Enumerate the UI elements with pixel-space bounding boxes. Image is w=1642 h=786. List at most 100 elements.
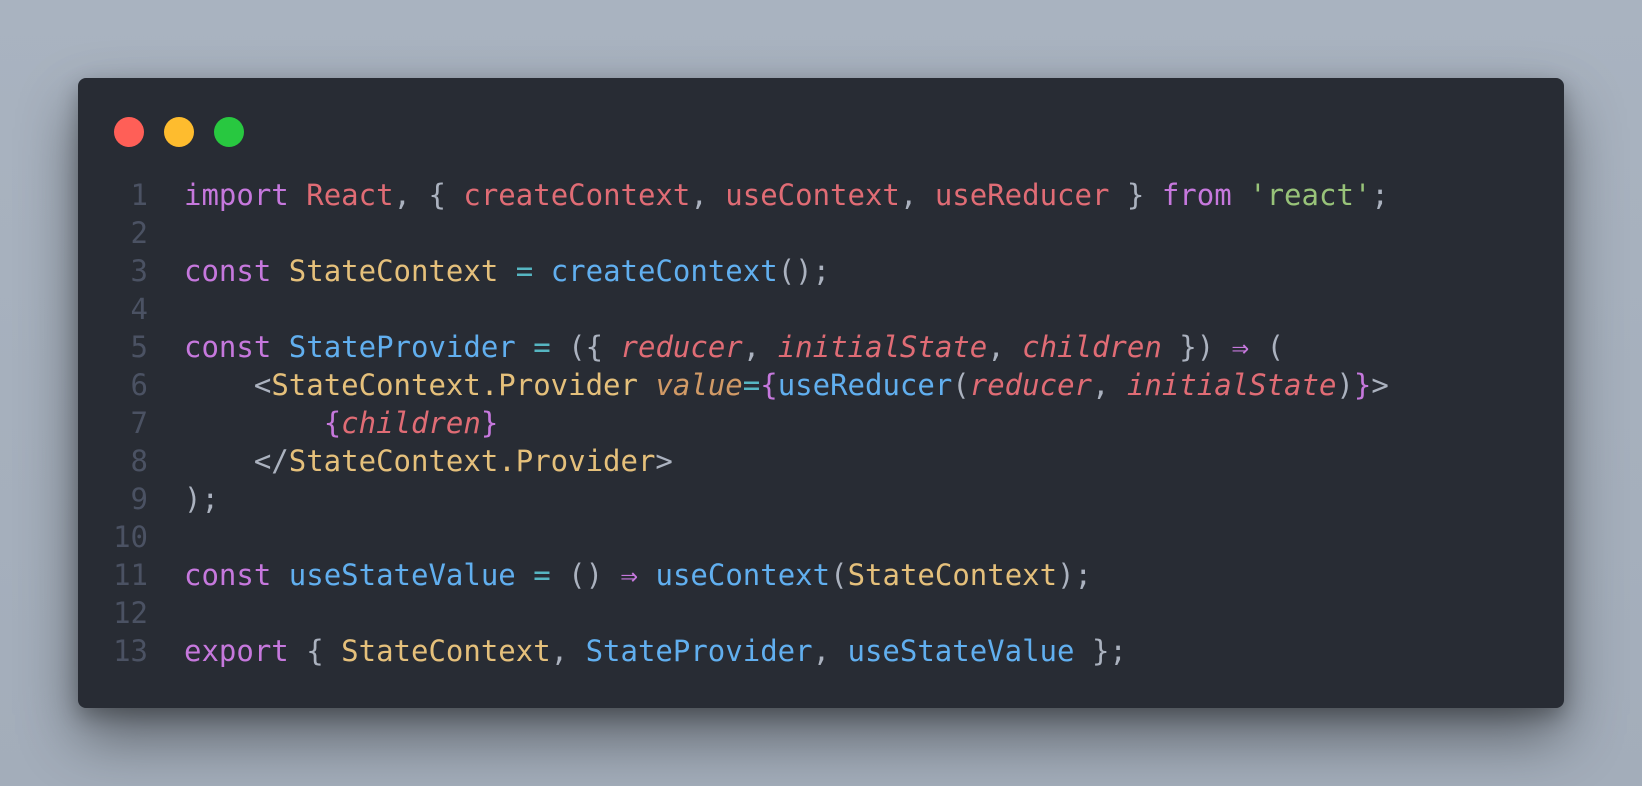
code-token: { bbox=[760, 368, 778, 402]
code-token: ( bbox=[830, 558, 848, 592]
code-token: initialState bbox=[777, 330, 988, 364]
code-token: ); bbox=[184, 482, 219, 516]
code-token: { bbox=[288, 634, 342, 668]
code-token: React bbox=[306, 178, 394, 212]
code-token: reducer bbox=[969, 368, 1092, 402]
code-token: value bbox=[655, 368, 743, 402]
code-token: ) bbox=[1336, 368, 1354, 402]
code-token: , bbox=[1091, 368, 1127, 402]
code-token: const bbox=[184, 254, 272, 288]
code-line: 11 const useStateValue = () ⇒ useContext(… bbox=[78, 556, 1564, 594]
code-token: , bbox=[987, 330, 1023, 364]
code-token: } bbox=[480, 406, 499, 440]
line-number: 7 bbox=[130, 406, 148, 440]
code-token: import bbox=[184, 178, 289, 212]
code-token: useContext bbox=[655, 558, 831, 592]
code-line: 2 bbox=[78, 214, 1564, 252]
code-token: = bbox=[742, 368, 761, 402]
code-token: const bbox=[184, 558, 272, 592]
code-token: = bbox=[533, 330, 551, 364]
code-token: , bbox=[550, 634, 586, 668]
line-source bbox=[148, 290, 1564, 328]
code-line: 12 bbox=[78, 594, 1564, 632]
line-number: 1 bbox=[130, 178, 148, 212]
code-token: , bbox=[690, 178, 726, 212]
code-token: reducer bbox=[620, 330, 743, 364]
code-token: children bbox=[341, 406, 481, 440]
line-source: {children} bbox=[148, 404, 1564, 442]
code-token: (); bbox=[777, 254, 831, 288]
code-token: ⇒ bbox=[1231, 330, 1250, 364]
maximize-button[interactable] bbox=[214, 117, 244, 147]
code-token: children bbox=[1022, 330, 1162, 364]
code-token: export bbox=[184, 634, 289, 668]
close-button[interactable] bbox=[114, 117, 144, 147]
line-source bbox=[148, 594, 1564, 632]
code-token: () bbox=[550, 558, 621, 592]
line-number: 10 bbox=[113, 520, 148, 554]
code-line: 4 bbox=[78, 290, 1564, 328]
line-source: <StateContext.Provider value={useReducer… bbox=[148, 366, 1564, 404]
line-number: 6 bbox=[130, 368, 148, 402]
code-line: 10 bbox=[78, 518, 1564, 556]
code-editor: 1 import React, { createContext, useConte… bbox=[78, 176, 1564, 670]
code-window: 1 import React, { createContext, useConte… bbox=[78, 78, 1564, 708]
line-number: 8 bbox=[130, 444, 148, 478]
code-token: StateContext bbox=[847, 558, 1058, 592]
code-token: ; bbox=[1371, 178, 1389, 212]
code-token: > bbox=[655, 444, 673, 478]
code-token: , bbox=[899, 178, 935, 212]
code-token: createContext bbox=[550, 254, 778, 288]
code-line: 13 export { StateContext, StateProvider, … bbox=[78, 632, 1564, 670]
code-token: StateContext.Provider bbox=[288, 444, 656, 478]
line-number: 13 bbox=[113, 634, 148, 668]
line-source bbox=[148, 518, 1564, 556]
code-token: useReducer bbox=[777, 368, 953, 402]
code-token: ({ bbox=[550, 330, 621, 364]
code-line: 8 </StateContext.Provider> bbox=[78, 442, 1564, 480]
code-token: </ bbox=[184, 444, 289, 478]
code-token: useReducer bbox=[934, 178, 1110, 212]
line-source bbox=[148, 214, 1564, 252]
code-token: initialState bbox=[1126, 368, 1337, 402]
code-token: StateProvider bbox=[585, 634, 813, 668]
code-line: 7 {children} bbox=[78, 404, 1564, 442]
code-token: }) bbox=[1161, 330, 1232, 364]
line-source: export { StateContext, StateProvider, us… bbox=[148, 632, 1564, 670]
line-source: import React, { createContext, useContex… bbox=[148, 176, 1564, 214]
code-token: }; bbox=[1074, 634, 1127, 668]
code-token: StateProvider bbox=[288, 330, 516, 364]
code-token: useStateValue bbox=[288, 558, 516, 592]
code-line: 3 const StateContext = createContext(); bbox=[78, 252, 1564, 290]
line-source: </StateContext.Provider> bbox=[148, 442, 1564, 480]
code-token: from bbox=[1161, 178, 1232, 212]
code-token: < bbox=[184, 368, 272, 402]
minimize-button[interactable] bbox=[164, 117, 194, 147]
code-token: ⇒ bbox=[620, 558, 639, 592]
code-token: const bbox=[184, 330, 272, 364]
code-token: useContext bbox=[725, 178, 900, 212]
line-source: const StateContext = createContext(); bbox=[148, 252, 1564, 290]
code-token: = bbox=[515, 254, 534, 288]
line-number: 3 bbox=[130, 254, 148, 288]
line-number: 4 bbox=[130, 292, 148, 326]
code-token: = bbox=[533, 558, 551, 592]
line-number: 5 bbox=[130, 330, 148, 364]
code-token: > bbox=[1371, 368, 1389, 402]
code-token: } bbox=[1109, 178, 1162, 212]
window-controls bbox=[114, 117, 244, 147]
code-line: 1 import React, { createContext, useConte… bbox=[78, 176, 1564, 214]
code-token: ( bbox=[952, 368, 970, 402]
code-token: useStateValue bbox=[847, 634, 1075, 668]
